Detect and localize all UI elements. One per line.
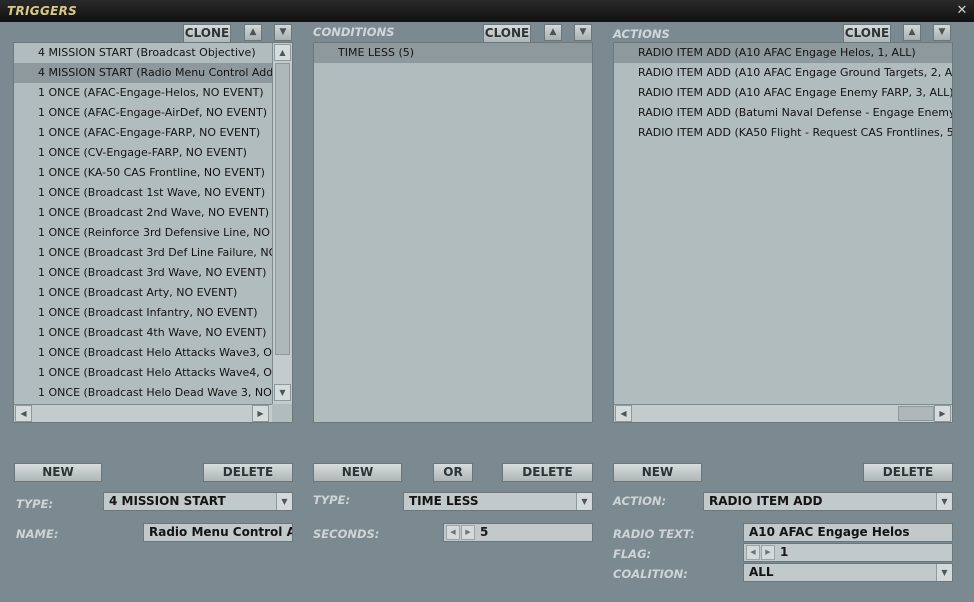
close-icon[interactable]: ✕: [954, 3, 970, 19]
actions-hscroll-thumb[interactable]: [898, 406, 934, 421]
coalition-label: COALITION:: [613, 567, 688, 581]
list-item[interactable]: 1 ONCE (Broadcast Helo Dead Wave 3, NO E…: [14, 383, 272, 403]
scroll-up-icon[interactable]: ▲: [274, 44, 291, 61]
actions-list[interactable]: RADIO ITEM ADD (A10 AFAC Engage Helos, 1…: [613, 42, 953, 423]
triggers-delete-button[interactable]: DELETE: [203, 463, 293, 482]
scroll-down-icon[interactable]: ▼: [274, 384, 291, 401]
radio-text-label: RADIO TEXT:: [613, 527, 695, 541]
list-item[interactable]: TIME LESS (5): [314, 43, 592, 63]
triggers-window: TRIGGERS ✕ CLONE ▲ ▼ 4 MISSION START (Br…: [0, 0, 974, 602]
scroll-left-icon[interactable]: ◀: [615, 405, 632, 422]
conditions-or-button[interactable]: OR: [433, 463, 473, 482]
list-item[interactable]: 1 ONCE (Broadcast Arty, NO EVENT): [14, 283, 272, 303]
seconds-label: SECONDS:: [313, 527, 380, 541]
conditions-new-button[interactable]: NEW: [313, 463, 402, 482]
actions-clone-button[interactable]: CLONE: [843, 24, 891, 43]
conditions-move-up-icon[interactable]: ▲: [544, 24, 562, 41]
actions-delete-button[interactable]: DELETE: [863, 463, 953, 482]
action-type-label: ACTION:: [613, 494, 667, 508]
conditions-title: CONDITIONS: [313, 25, 395, 39]
list-item[interactable]: 1 ONCE (Broadcast Helo Attacks Wave4, ON…: [14, 363, 272, 383]
trigger-type-dropdown[interactable]: 4 MISSION START ▼: [103, 492, 293, 511]
triggers-list[interactable]: 4 MISSION START (Broadcast Objective) 4 M…: [13, 42, 293, 423]
list-item[interactable]: 1 ONCE (KA-50 CAS Frontline, NO EVENT): [14, 163, 272, 183]
title-bar[interactable]: TRIGGERS ✕: [0, 0, 974, 22]
triggers-move-up-icon[interactable]: ▲: [244, 24, 262, 41]
triggers-vscroll-thumb[interactable]: [275, 63, 290, 355]
action-type-dropdown[interactable]: RADIO ITEM ADD ▼: [703, 492, 953, 511]
conditions-list[interactable]: TIME LESS (5): [313, 42, 593, 423]
flag-value: 1: [780, 545, 789, 559]
list-item[interactable]: 1 ONCE (Broadcast 4th Wave, NO EVENT): [14, 323, 272, 343]
triggers-move-down-icon[interactable]: ▼: [274, 24, 292, 41]
flag-stepper[interactable]: ◀ ▶ 1: [743, 543, 953, 562]
trigger-name-input[interactable]: Radio Menu Control Add: [143, 523, 293, 542]
condition-type-dropdown[interactable]: TIME LESS ▼: [403, 492, 593, 511]
triggers-hscrollbar[interactable]: ◀ ▶: [14, 404, 272, 422]
list-item[interactable]: 1 ONCE (Broadcast 1st Wave, NO EVENT): [14, 183, 272, 203]
chevron-down-icon[interactable]: ▼: [276, 493, 292, 510]
flag-label: FLAG:: [613, 547, 652, 561]
list-item[interactable]: 1 ONCE (CV-Engage-FARP, NO EVENT): [14, 143, 272, 163]
chevron-down-icon[interactable]: ▼: [576, 493, 592, 510]
conditions-move-down-icon[interactable]: ▼: [574, 24, 592, 41]
scroll-right-icon[interactable]: ▶: [252, 405, 269, 422]
window-title: TRIGGERS: [7, 4, 78, 18]
list-item[interactable]: RADIO ITEM ADD (Batumi Naval Defense - E…: [614, 103, 952, 123]
trigger-type-value: 4 MISSION START: [109, 494, 226, 508]
action-type-value: RADIO ITEM ADD: [709, 494, 823, 508]
radio-text-input[interactable]: A10 AFAC Engage Helos: [743, 523, 953, 542]
condition-type-label: TYPE:: [313, 493, 351, 507]
triggers-vscrollbar[interactable]: ▲ ▼: [272, 43, 292, 404]
list-item[interactable]: 4 MISSION START (Broadcast Objective): [14, 43, 272, 63]
seconds-value: 5: [480, 525, 489, 539]
conditions-delete-button[interactable]: DELETE: [502, 463, 593, 482]
list-item[interactable]: 1 ONCE (Broadcast 3rd Wave, NO EVENT): [14, 263, 272, 283]
list-item[interactable]: 1 ONCE (AFAC-Engage-Helos, NO EVENT): [14, 83, 272, 103]
list-item[interactable]: 1 ONCE (Reinforce 3rd Defensive Line, NO…: [14, 223, 272, 243]
list-item[interactable]: 1 ONCE (Broadcast 2nd Wave, NO EVENT): [14, 203, 272, 223]
conditions-clone-button[interactable]: CLONE: [483, 24, 531, 43]
increment-icon[interactable]: ▶: [461, 525, 475, 540]
triggers-new-button[interactable]: NEW: [14, 463, 102, 482]
actions-move-up-icon[interactable]: ▲: [903, 24, 921, 41]
list-item[interactable]: 1 ONCE (Broadcast 3rd Def Line Failure, …: [14, 243, 272, 263]
list-item[interactable]: 1 ONCE (AFAC-Engage-AirDef, NO EVENT): [14, 103, 272, 123]
scroll-right-icon[interactable]: ▶: [934, 405, 951, 422]
chevron-down-icon[interactable]: ▼: [936, 493, 952, 510]
seconds-stepper[interactable]: ◀ ▶ 5: [443, 523, 593, 542]
triggers-clone-button[interactable]: CLONE: [183, 24, 231, 43]
condition-type-value: TIME LESS: [409, 494, 479, 508]
scroll-left-icon[interactable]: ◀: [15, 405, 32, 422]
actions-move-down-icon[interactable]: ▼: [933, 24, 951, 41]
list-item[interactable]: RADIO ITEM ADD (A10 AFAC Engage Enemy FA…: [614, 83, 952, 103]
list-item[interactable]: RADIO ITEM ADD (A10 AFAC Engage Helos, 1…: [614, 43, 952, 63]
coalition-dropdown[interactable]: ALL ▼: [743, 563, 953, 582]
list-item[interactable]: RADIO ITEM ADD (A10 AFAC Engage Ground T…: [614, 63, 952, 83]
decrement-icon[interactable]: ◀: [446, 525, 460, 540]
actions-hscrollbar[interactable]: ◀ ▶: [614, 404, 952, 422]
list-item[interactable]: RADIO ITEM ADD (KA50 Flight - Request CA…: [614, 123, 952, 143]
list-item[interactable]: 4 MISSION START (Radio Menu Control Addi…: [14, 63, 272, 83]
coalition-value: ALL: [749, 565, 774, 579]
actions-title: ACTIONS: [613, 27, 670, 41]
decrement-icon[interactable]: ◀: [746, 545, 760, 560]
chevron-down-icon[interactable]: ▼: [936, 564, 952, 581]
list-item[interactable]: 1 ONCE (Broadcast Infantry, NO EVENT): [14, 303, 272, 323]
actions-new-button[interactable]: NEW: [613, 463, 702, 482]
trigger-name-label: NAME:: [16, 527, 59, 541]
list-item[interactable]: 1 ONCE (AFAC-Engage-FARP, NO EVENT): [14, 123, 272, 143]
list-item[interactable]: 1 ONCE (Broadcast Helo Attacks Wave3, ON…: [14, 343, 272, 363]
trigger-type-label: TYPE:: [16, 497, 54, 511]
increment-icon[interactable]: ▶: [761, 545, 775, 560]
